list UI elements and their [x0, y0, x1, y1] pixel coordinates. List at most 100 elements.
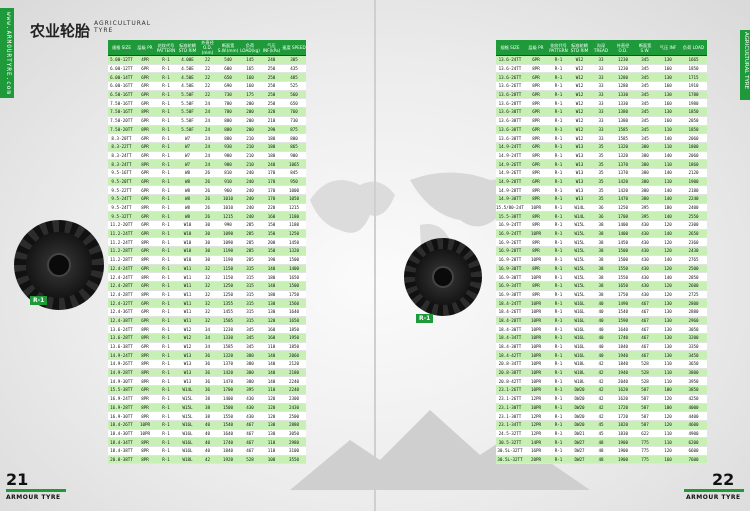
table-cell: R-1	[162, 248, 170, 254]
table-row: 11.2-28TT 8PR R-1 W10 30 1190 285 190 1500	[108, 255, 306, 265]
table-cell: 35	[598, 144, 604, 150]
table-cell: 730	[290, 118, 298, 124]
table-cell: 1450	[617, 239, 629, 245]
table-cell: 2180	[688, 187, 699, 193]
table-cell: 3100	[288, 448, 300, 454]
table-cell: 9.5-32TT	[111, 213, 132, 219]
table-cell: 8PR	[141, 370, 149, 376]
table-cell: 14.9-28TT	[498, 187, 522, 193]
table-cell: R-1	[554, 126, 563, 132]
page-gutter	[374, 0, 376, 511]
table-cell: 200	[246, 100, 254, 106]
table-row: 12.4-28TT 8PR R-1 W11 32 1250 315 180 1750	[108, 290, 306, 300]
table-cell: 1280	[617, 74, 629, 80]
table-cell: W15L	[574, 274, 585, 280]
table-cell: W12	[575, 100, 584, 106]
table-cell: 1840	[617, 344, 629, 350]
table-cell: 12.4-38TT	[110, 317, 133, 323]
table-cell: 1250	[288, 231, 300, 237]
table-cell: 10PR	[530, 370, 542, 376]
table-cell: R-1	[162, 57, 170, 63]
table-row: 23.1-34TT 12PR R-1 DW20 45 1820 587 120 4600	[496, 420, 707, 430]
table-cell: 1900	[617, 456, 629, 462]
table-cell: 8PR	[141, 448, 149, 454]
table-cell: 210	[246, 152, 254, 158]
table-cell: 1250	[617, 205, 629, 211]
table-cell: 12.4-28TT	[110, 283, 133, 289]
table-cell: 7.50-16TT	[110, 109, 133, 115]
table-cell: 1420	[222, 370, 234, 376]
column-header: 负荷 LOAD	[682, 45, 705, 50]
table-cell: R-1	[554, 326, 563, 332]
table-cell: R-1	[554, 74, 563, 80]
table-row: 20.8-38TT 10PR R-1 W18L 42 1940 528 110 3800	[496, 368, 707, 378]
table-cell: 130	[664, 335, 672, 341]
table-cell: 15.5-38TT	[498, 213, 522, 219]
table-cell: W15L	[574, 283, 585, 289]
table-cell: 1550	[617, 265, 629, 271]
table-cell: 210	[246, 144, 254, 150]
table-cell: W12	[575, 83, 584, 89]
table-cell: W16L	[574, 352, 585, 358]
table-cell: 160	[664, 100, 672, 106]
table-cell: 13.6-38TT	[498, 126, 522, 132]
table-cell: 467	[246, 430, 254, 436]
table-cell: 730	[224, 92, 232, 98]
table-cell: 315	[246, 317, 254, 323]
table-cell: 1620	[617, 396, 629, 402]
table-cell: 14.9-30TT	[498, 196, 522, 202]
table-cell: 760	[290, 109, 298, 115]
table-cell: 110	[664, 439, 672, 445]
table-cell: 6PR	[141, 83, 149, 89]
table-cell: 320	[267, 109, 276, 115]
table-cell: 140	[267, 370, 276, 376]
table-cell: 467	[641, 300, 649, 306]
table-cell: 1180	[288, 213, 300, 219]
table-cell: W13	[183, 352, 192, 358]
table-cell: W15L	[574, 248, 585, 254]
table-row: 18.4-24TT 10PR R-1 W16L 40 1490 467 130 2800	[496, 299, 707, 308]
table-cell: R-1	[554, 66, 563, 72]
table-cell: 528	[641, 378, 649, 384]
table-cell: R-1	[554, 283, 563, 289]
table-cell: 990	[224, 222, 232, 228]
table-cell: W16L	[574, 344, 585, 350]
table-cell: 38	[598, 265, 604, 271]
table-cell: 160	[664, 66, 672, 72]
table-cell: 42	[204, 456, 211, 462]
table-cell: 930	[224, 144, 232, 150]
table-cell: 1215	[222, 213, 234, 219]
table-row: 13.6-38TT 6PR R-1 W12 33 1585 345 110 1850	[496, 125, 707, 135]
table-row: 7.50-16TT 8PR R-1 5.50F 24 780 200 320 760	[108, 108, 306, 117]
table-cell: 24.5-32TT	[498, 430, 522, 436]
table-cell: 9.5-16TT	[111, 170, 132, 176]
table-cell: R-1	[162, 222, 170, 228]
table-cell: 110	[267, 387, 276, 393]
table-row: 13.6-38TT 6PR R-1 W12 34 1585 345 110 1850	[108, 342, 306, 352]
table-cell: 145	[246, 57, 254, 63]
table-cell: 18.4-26TT	[498, 309, 522, 315]
table-cell: 200	[246, 126, 254, 132]
table-cell: 380	[246, 361, 254, 367]
table-cell: 467	[246, 422, 254, 428]
table-row: 18.4-34TT 10PR R-1 W16L 40 1740 467 130 3200	[496, 334, 707, 343]
table-cell: 13.6-28TT	[110, 335, 133, 341]
table-row: 14.9-28TT 8PR R-1 W13 35 1420 380 140 2180	[496, 186, 707, 195]
table-cell: 467	[246, 448, 254, 454]
table-cell: 16PR	[530, 448, 542, 454]
table-cell: 775	[641, 439, 649, 445]
table-cell: 2880	[288, 422, 300, 428]
table-row: 14.9-24TT 8PR R-1 W13 35 1320 380 140 2060	[496, 151, 707, 161]
table-cell: 16.9-28TT	[498, 248, 522, 254]
table-cell: W8	[184, 196, 191, 202]
table-cell: R-1	[162, 126, 170, 132]
table-cell: 2050	[688, 118, 699, 124]
table-row: 9.5-24TT 8PR R-1 W8 26 1010 240 220 1215	[108, 203, 306, 213]
table-cell: 18.4-28TT	[498, 317, 522, 323]
table-cell: 35	[598, 170, 604, 176]
table-cell: R-1	[554, 352, 563, 358]
table-cell: 8PR	[532, 213, 540, 219]
table-cell: R-1	[554, 378, 563, 384]
table-cell: 430	[641, 239, 649, 245]
table-cell: 1715	[688, 74, 699, 80]
